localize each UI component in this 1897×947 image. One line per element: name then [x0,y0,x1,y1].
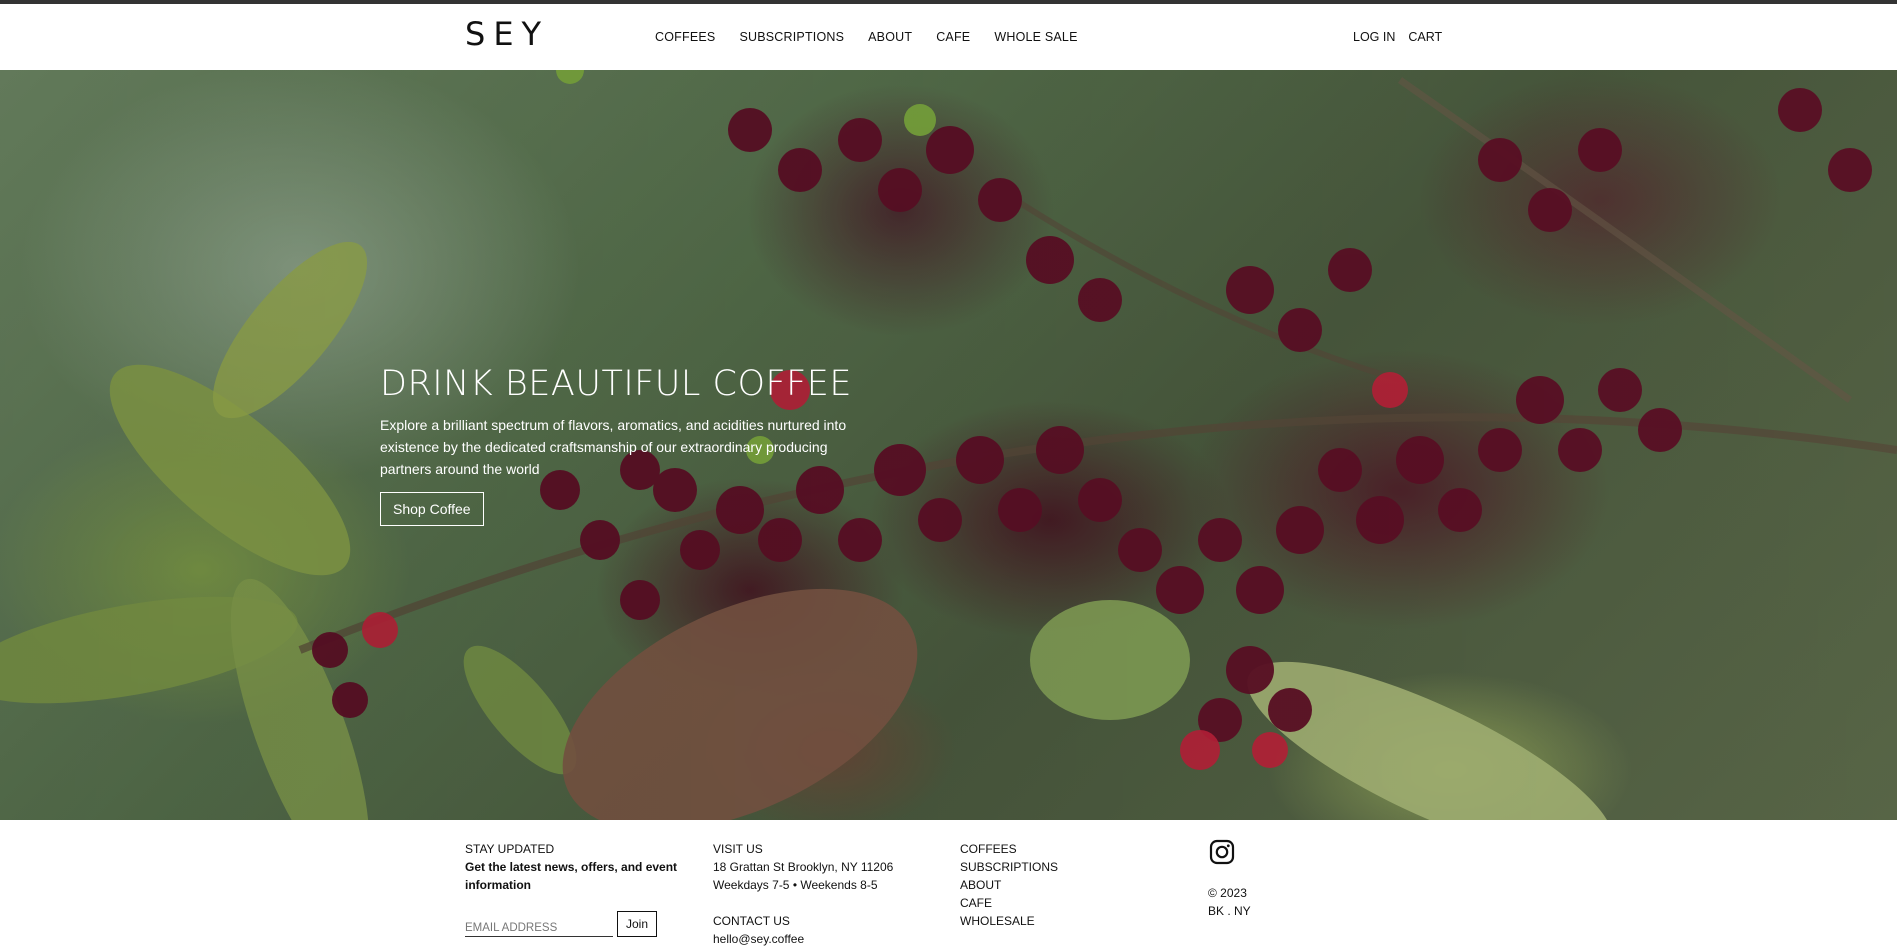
main-nav: COFFEES SUBSCRIPTIONS ABOUT CAFE WHOLE S… [655,30,1102,44]
footer-links: COFFEES SUBSCRIPTIONS ABOUT CAFE WHOLESA… [960,840,1160,930]
visit-label: VISIT US [713,842,763,856]
shop-coffee-button[interactable]: Shop Coffee [380,491,484,526]
footer-link-wholesale[interactable]: WHOLESALE [960,912,1160,930]
nav-wholesale[interactable]: WHOLE SALE [994,30,1077,44]
newsletter-section: STAY UPDATED Get the latest news, offers… [465,840,685,937]
contact-section: CONTACT US hello@sey.coffee [713,912,913,947]
nav-subscriptions[interactable]: SUBSCRIPTIONS [739,30,844,44]
logo[interactable]: SEY [465,18,549,50]
site-footer: STAY UPDATED Get the latest news, offers… [0,820,1897,947]
instagram-icon [1209,839,1235,865]
nav-coffees[interactable]: COFFEES [655,30,715,44]
footer-link-coffees[interactable]: COFFEES [960,840,1160,858]
hero-description: Explore a brilliant spectrum of flavors,… [380,416,847,477]
social-section: © 2023 BK . NY [1208,838,1408,920]
contact-email-link[interactable]: hello@sey.coffee [713,930,913,947]
hero-title: DRINK BEAUTIFUL COFFEE [380,364,852,404]
email-input[interactable] [465,920,613,937]
hours: Weekdays 7-5 • Weekends 8-5 [713,878,878,892]
instagram-link[interactable] [1208,838,1408,866]
nav-about[interactable]: ABOUT [868,30,912,44]
hero-overlay [0,70,1897,820]
nav-cafe[interactable]: CAFE [936,30,970,44]
hero-banner: DRINK BEAUTIFUL COFFEE Explore a brillia… [0,70,1897,820]
newsletter-form: Join [465,911,685,937]
footer-link-cafe[interactable]: CAFE [960,894,1160,912]
newsletter-tagline: Get the latest news, offers, and event i… [465,860,678,892]
address: 18 Grattan St Brooklyn, NY 11206 [713,860,894,874]
join-button[interactable]: Join [617,911,658,937]
cart-link[interactable]: CART [1408,30,1442,44]
account-nav: LOG IN CART [1353,30,1455,44]
location: BK . NY [1208,904,1251,918]
visit-section: VISIT US 18 Grattan St Brooklyn, NY 1120… [713,840,913,947]
newsletter-label: STAY UPDATED [465,842,555,856]
footer-link-about[interactable]: ABOUT [960,876,1160,894]
hero-content: DRINK BEAUTIFUL COFFEE Explore a brillia… [380,365,880,526]
footer-link-subscriptions[interactable]: SUBSCRIPTIONS [960,858,1160,876]
login-link[interactable]: LOG IN [1353,30,1395,44]
copyright: © 2023 [1208,886,1247,900]
site-header: SEY COFFEES SUBSCRIPTIONS ABOUT CAFE WHO… [0,4,1897,70]
contact-label: CONTACT US [713,914,790,928]
